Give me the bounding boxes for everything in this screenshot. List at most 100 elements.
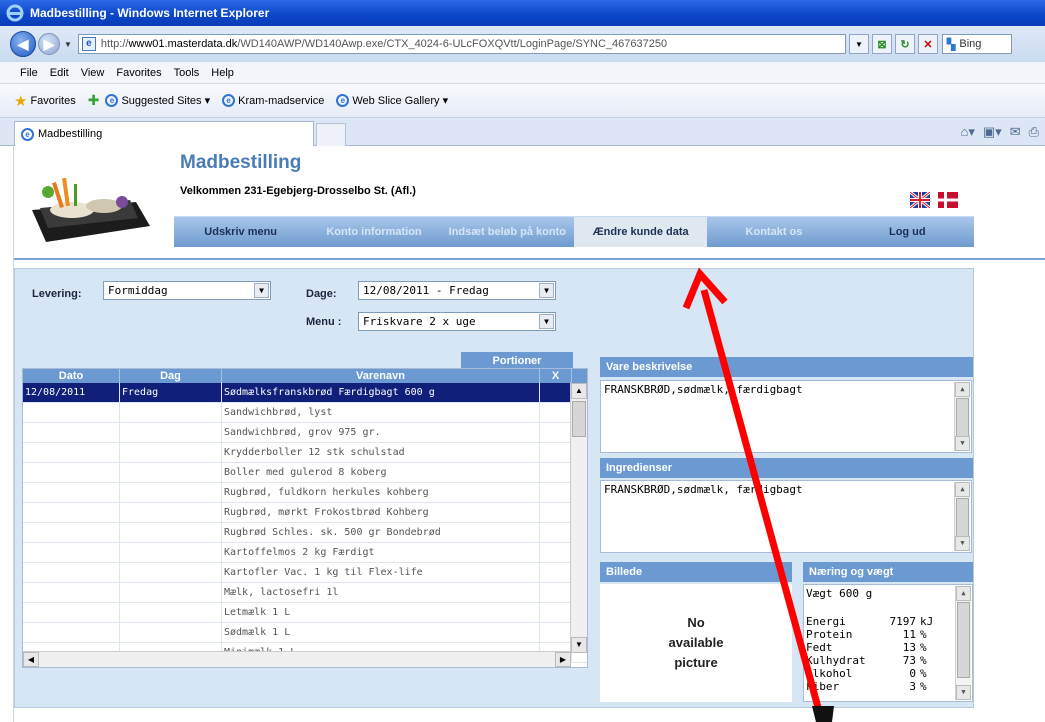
add-favorite-icon[interactable]: ✚ (88, 92, 100, 109)
col-varenavn[interactable]: Varenavn (222, 369, 540, 383)
grid-header: Dato Dag Varenavn X (23, 369, 587, 383)
scroll-down-icon[interactable]: ▼ (955, 536, 970, 551)
scroll-down-icon[interactable]: ▼ (571, 637, 587, 653)
back-button[interactable]: ◀ (10, 31, 36, 57)
cell-dato (23, 543, 120, 562)
fav-web-slice-gallery[interactable]: e Web Slice Gallery ▾ (336, 94, 448, 107)
grid-horizontal-scrollbar[interactable]: ◀ ▶ (23, 651, 571, 667)
table-row[interactable]: Kartofler Vac. 1 kg til Flex-life (23, 563, 587, 583)
forward-button[interactable]: ▶ (38, 33, 60, 55)
table-row[interactable]: Rugbrød, mørkt Frokostbrød Kohberg (23, 503, 587, 523)
levering-select[interactable]: Formiddag ▼ (103, 281, 271, 300)
scroll-thumb[interactable] (572, 401, 586, 437)
vare-beskrivelse-textarea[interactable]: FRANSKBRØD,sødmælk, færdigbagt ▲ ▼ (600, 380, 972, 453)
menu-file[interactable]: File (20, 67, 38, 79)
address-dropdown-button[interactable]: ▼ (848, 34, 869, 54)
cell-x (540, 583, 572, 602)
nav-indsaet-beloeb[interactable]: Indsæt beløb på konto (441, 217, 574, 247)
tab-madbestilling[interactable]: e Madbestilling (14, 121, 314, 146)
cell-x (540, 403, 572, 422)
cell-x (540, 483, 572, 502)
scroll-up-icon[interactable]: ▲ (955, 482, 970, 497)
cell-dag: Fredag (120, 383, 222, 402)
table-row[interactable]: Kartoffelmos 2 kg Færdigt (23, 543, 587, 563)
cell-dag (120, 563, 222, 582)
menu-help[interactable]: Help (211, 67, 234, 79)
table-row[interactable]: Sandwichbrød, lyst (23, 403, 587, 423)
nav-log-ud[interactable]: Log ud (841, 217, 974, 247)
billede-header: Billede (600, 562, 792, 582)
uk-flag-icon[interactable] (910, 192, 930, 208)
scroll-left-icon[interactable]: ◀ (23, 652, 39, 667)
menu-view[interactable]: View (81, 67, 105, 79)
dage-select[interactable]: 12/08/2011 - Fredag ▼ (358, 281, 556, 300)
textarea-scrollbar[interactable]: ▲ ▼ (955, 586, 971, 700)
nav-udskriv-menu[interactable]: Udskriv menu (174, 217, 307, 247)
scroll-thumb[interactable] (956, 398, 969, 438)
cell-dag (120, 483, 222, 502)
naering-textarea[interactable]: Vægt 600 g Energi 7197 kJ Protein 11% Fedt 13%… (803, 584, 973, 702)
chevron-down-icon: ▼ (854, 39, 863, 49)
feeds-icon[interactable]: ▣▾ (983, 124, 1002, 140)
home-icon[interactable]: ⌂▾ (960, 124, 974, 140)
table-row[interactable]: Krydderboller 12 stk schulstad (23, 443, 587, 463)
cell-dag (120, 463, 222, 482)
cell-dag (120, 543, 222, 562)
scroll-down-icon[interactable]: ▼ (956, 685, 971, 700)
danish-flag-icon[interactable] (938, 192, 958, 208)
cell-x (540, 543, 572, 562)
back-arrow-icon: ◀ (17, 35, 29, 52)
search-input[interactable]: ▚ Bing (941, 34, 1012, 54)
naering-u: % (920, 667, 927, 680)
textarea-scrollbar[interactable]: ▲ ▼ (954, 482, 970, 551)
cell-dato (23, 483, 120, 502)
stop-button[interactable]: ✕ (917, 34, 938, 54)
grid-vertical-scrollbar[interactable]: ▲ ▼ (570, 383, 587, 653)
table-row[interactable]: Sødmælk 1 L (23, 623, 587, 643)
table-row[interactable]: Sandwichbrød, grov 975 gr. (23, 423, 587, 443)
menu-value: Friskvare 2 x uge (363, 315, 476, 328)
cell-dag (120, 583, 222, 602)
mail-icon[interactable]: ✉ (1010, 124, 1021, 140)
compatibility-button[interactable]: ⊠ (871, 34, 892, 54)
menu-select[interactable]: Friskvare 2 x uge ▼ (358, 312, 556, 331)
scroll-up-icon[interactable]: ▲ (956, 586, 971, 601)
table-row[interactable]: Rugbrød, fuldkorn herkules kohberg (23, 483, 587, 503)
cell-x (540, 423, 572, 442)
naering-k: Fiber (806, 680, 840, 693)
cell-x (540, 623, 572, 642)
menu-tools[interactable]: Tools (174, 67, 200, 79)
ingredienser-textarea[interactable]: FRANSKBRØD,sødmælk, færdigbagt ▲ ▼ (600, 480, 972, 553)
menu-favorites[interactable]: Favorites (116, 67, 161, 79)
history-dropdown-icon[interactable]: ▼ (64, 40, 72, 49)
ie-logo-icon (6, 4, 24, 22)
new-tab-button[interactable] (316, 123, 346, 146)
table-row[interactable]: 12/08/2011 Fredag Sødmælksfranskbrød Færdi… (23, 383, 587, 403)
scroll-up-icon[interactable]: ▲ (571, 383, 587, 399)
col-dato[interactable]: Dato (23, 369, 120, 383)
scroll-down-icon[interactable]: ▼ (955, 436, 970, 451)
col-x[interactable]: X (540, 369, 572, 383)
address-input[interactable]: e http://www01.masterdata.dk/WD140AWP/WD… (77, 34, 846, 54)
window-title-bar[interactable]: Madbestilling - Windows Internet Explore… (0, 0, 1045, 26)
scroll-right-icon[interactable]: ▶ (555, 652, 571, 667)
favorites-button[interactable]: ★ Favorites (14, 92, 76, 110)
print-icon[interactable]: ⎙ (1029, 124, 1039, 140)
fav-suggested-sites[interactable]: e Suggested Sites ▾ (105, 94, 210, 107)
col-dag[interactable]: Dag (120, 369, 222, 383)
scroll-thumb[interactable] (956, 498, 969, 538)
scroll-up-icon[interactable]: ▲ (955, 382, 970, 397)
scroll-thumb[interactable] (957, 602, 970, 678)
nav-aendre-kunde-data[interactable]: Ændre kunde data (573, 217, 708, 247)
table-row[interactable]: Mælk, lactosefri 1l (23, 583, 587, 603)
textarea-scrollbar[interactable]: ▲ ▼ (954, 382, 970, 451)
fav-kram-madservice[interactable]: e Kram-madservice (222, 94, 324, 107)
table-row[interactable]: Letmælk 1 L (23, 603, 587, 623)
refresh-button[interactable]: ↻ (894, 34, 915, 54)
table-row[interactable]: Rugbrød Schles. sk. 500 gr Bondebrød (23, 523, 587, 543)
nav-konto-information[interactable]: Konto information (307, 217, 440, 247)
menu-edit[interactable]: Edit (50, 67, 69, 79)
table-row[interactable]: Boller med gulerod 8 koberg (23, 463, 587, 483)
nav-kontakt-os[interactable]: Kontakt os (707, 217, 840, 247)
cell-varenavn: Boller med gulerod 8 koberg (222, 463, 540, 482)
